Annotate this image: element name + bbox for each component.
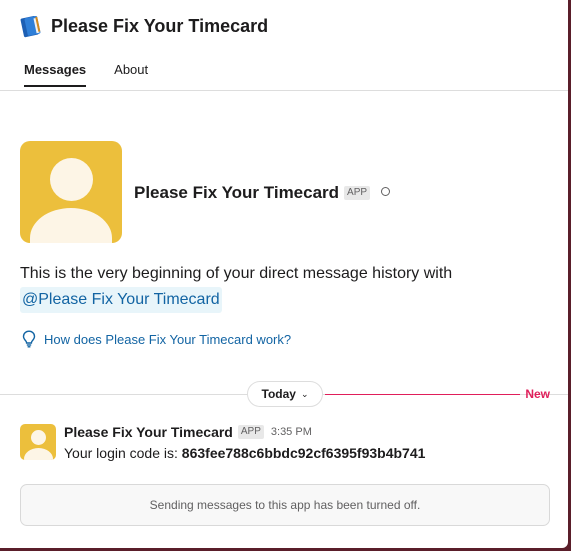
jump-to-date-button[interactable]: Today ⌄ [247,381,323,407]
new-messages-line [325,394,520,395]
message-avatar[interactable] [20,424,56,460]
date-label: Today [261,387,296,401]
chevron-down-icon: ⌄ [300,388,309,399]
composer-disabled-notice: Sending messages to this app has been tu… [20,484,550,526]
message-header: Please Fix Your Timecard APP 3:35 PM [64,424,312,440]
avatar-head-shape [50,158,93,201]
header-title-row[interactable]: Please Fix Your Timecard [20,14,268,38]
tab-about[interactable]: About [114,62,148,87]
user-mention[interactable]: @Please Fix Your Timecard [20,287,222,313]
intro-name-row: Please Fix Your Timecard APP [134,183,391,203]
intro-text: This is the very beginning of your direc… [20,261,540,313]
date-divider: Today ⌄ New [0,381,568,409]
intro-text-body: This is the very beginning of your direc… [20,265,453,282]
help-link-row[interactable]: How does Please Fix Your Timecard work? [22,330,291,348]
tab-bar: Messages About [24,62,176,87]
login-code: 863fee788c6bbdc92cf6395f93b4b741 [181,445,426,461]
help-link[interactable]: How does Please Fix Your Timecard work? [44,332,291,347]
message-timestamp[interactable]: 3:35 PM [271,426,312,438]
avatar-body-shape [24,448,53,460]
message-text: Your login code is: [64,445,182,461]
lightbulb-icon [22,330,36,348]
intro-app-name[interactable]: Please Fix Your Timecard [134,183,339,203]
presence-away-icon [381,186,391,196]
avatar-head-shape [31,430,46,445]
message-sender[interactable]: Please Fix Your Timecard [64,424,233,440]
message-item[interactable]: Please Fix Your Timecard APP 3:35 PM You… [20,424,548,464]
app-badge: APP [344,186,371,200]
avatar[interactable] [20,141,122,243]
tab-messages[interactable]: Messages [24,62,87,87]
app-badge: APP [237,425,264,439]
channel-header: Please Fix Your Timecard Messages About [0,0,568,91]
header-title: Please Fix Your Timecard [51,15,269,36]
composer-notice-text: Sending messages to this app has been tu… [149,498,421,512]
avatar-body-shape [30,208,112,243]
book-icon [20,16,41,38]
new-messages-label: New [525,387,550,401]
message-body: Your login code is: 863fee788c6bbdc92cf6… [64,445,425,461]
app-window: Please Fix Your Timecard Messages About … [0,0,568,548]
